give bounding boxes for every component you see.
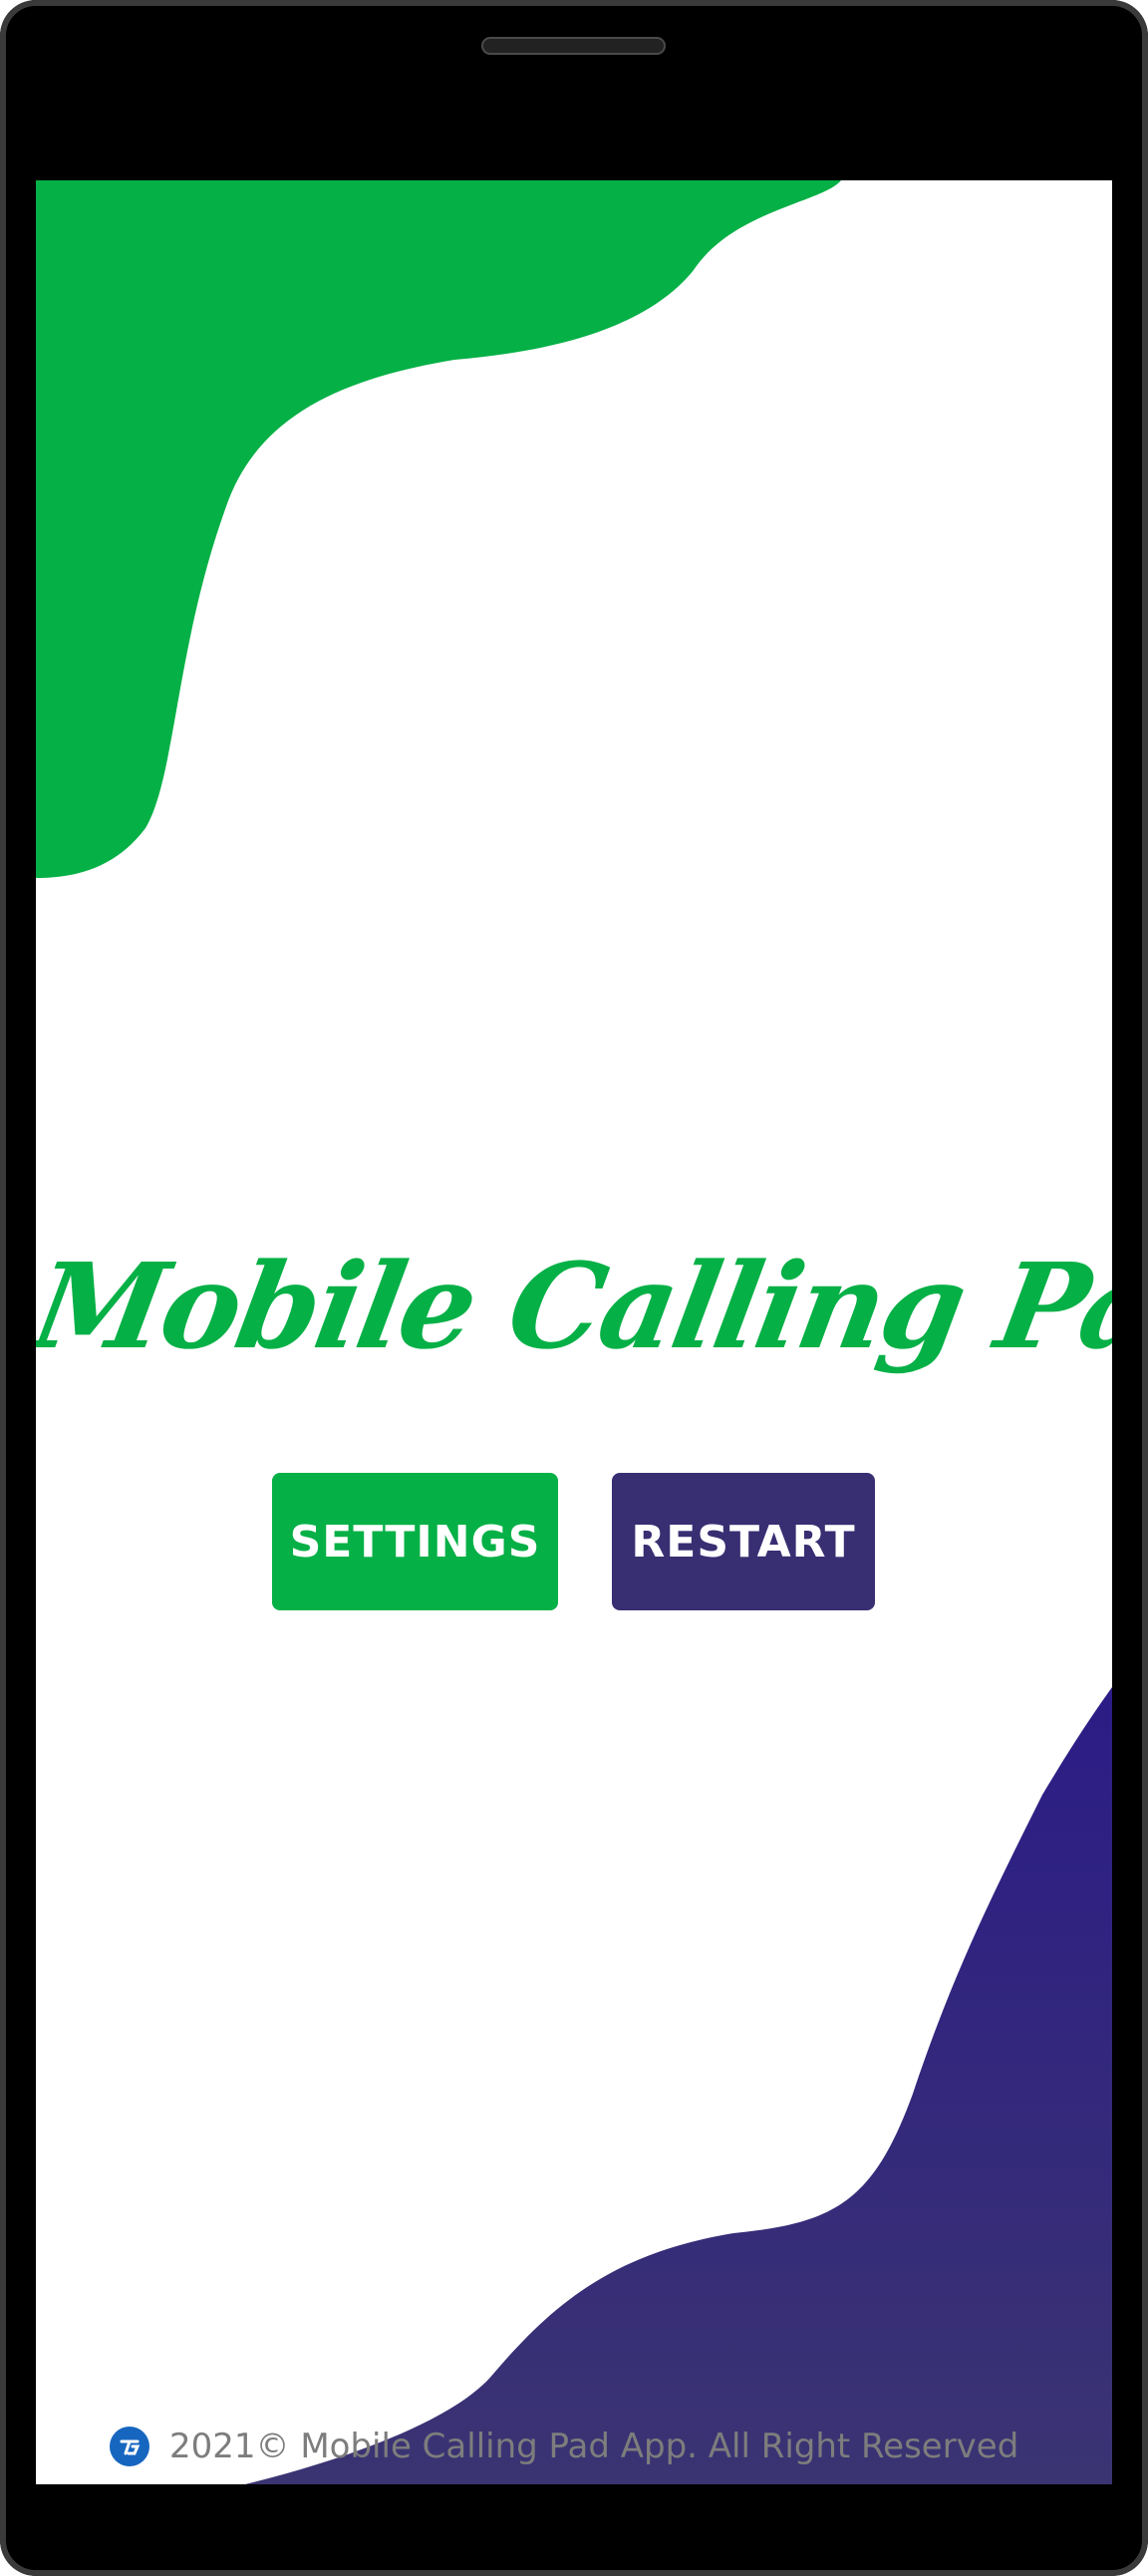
copyright-text: 2021© Mobile Calling Pad App. All Right … xyxy=(169,2427,1019,2466)
company-logo-icon xyxy=(110,2427,149,2466)
app-title: Mobile Calling Pad xyxy=(36,1237,1112,1375)
footer: 2021© Mobile Calling Pad App. All Right … xyxy=(110,2417,1018,2476)
green-wave-shape xyxy=(36,180,841,878)
purple-wave-shape xyxy=(245,1687,1112,2484)
settings-button[interactable]: SETTINGS xyxy=(272,1473,558,1610)
app-screen: Mobile Calling Pad SETTINGS RESTART 2021… xyxy=(36,180,1112,2484)
phone-frame: Mobile Calling Pad SETTINGS RESTART 2021… xyxy=(0,0,1148,2576)
speaker-grille xyxy=(481,37,666,55)
restart-button[interactable]: RESTART xyxy=(612,1473,875,1610)
